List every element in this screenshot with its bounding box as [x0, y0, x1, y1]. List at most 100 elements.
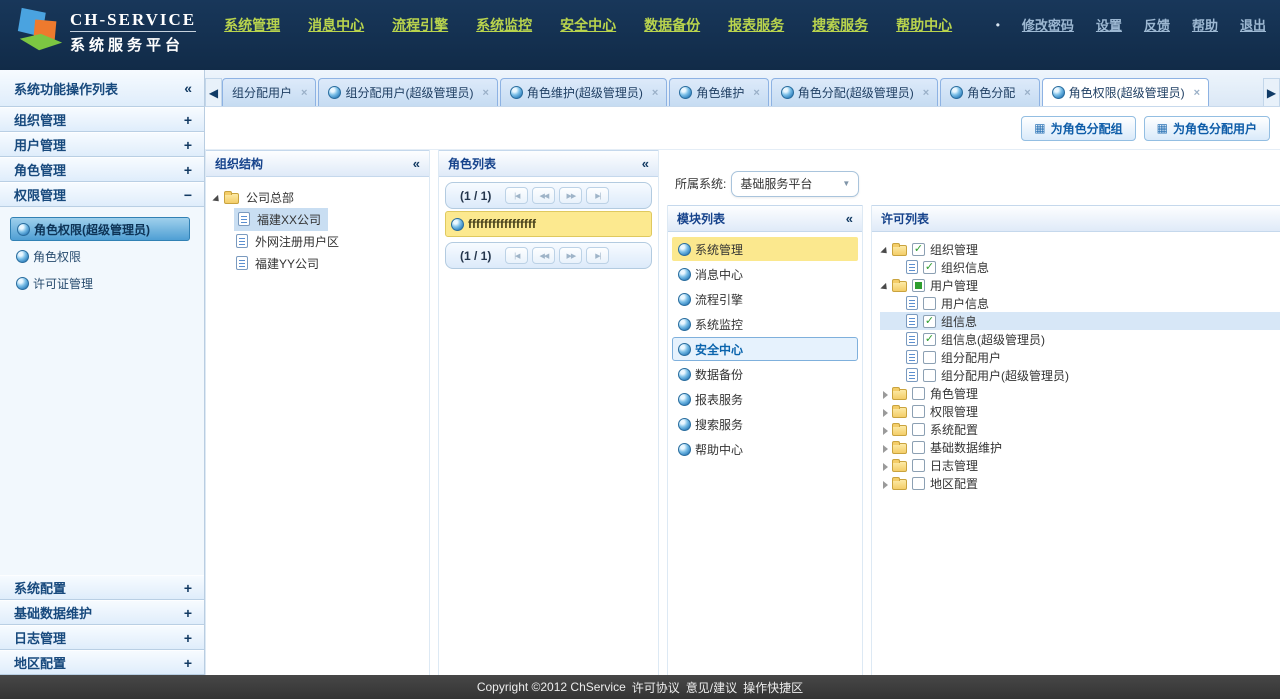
footer-link-feedback[interactable]: 意见/建议	[686, 679, 737, 696]
caret-closed-icon[interactable]	[880, 405, 890, 417]
link-feedback[interactable]: 反馈	[1144, 15, 1170, 34]
checkbox-unchecked[interactable]	[912, 405, 925, 418]
checkbox-unchecked[interactable]	[912, 423, 925, 436]
menu-item-message-center[interactable]: 消息中心	[308, 15, 364, 35]
expand-icon[interactable]: +	[184, 605, 192, 621]
menu-item-data-backup[interactable]: 数据备份	[644, 15, 700, 35]
panel-collapse-icon[interactable]: «	[413, 156, 420, 171]
expand-icon[interactable]: +	[184, 655, 192, 671]
license-node-log-admin[interactable]: 日志管理	[880, 456, 1280, 474]
tab-role-assign[interactable]: 角色分配 ×	[940, 78, 1039, 106]
expand-icon[interactable]: +	[184, 162, 192, 178]
pager-first-button[interactable]: |◀	[505, 247, 528, 264]
sidebar-section-role-admin[interactable]: 角色管理 +	[0, 157, 204, 182]
caret-open-icon[interactable]	[880, 280, 890, 290]
menu-item-report-service[interactable]: 报表服务	[728, 15, 784, 35]
footer-link-license[interactable]: 许可协议	[632, 679, 680, 696]
link-change-password[interactable]: 修改密码	[1022, 15, 1074, 34]
panel-splitter[interactable]	[659, 150, 667, 675]
assign-user-to-role-button[interactable]: ▦ 为角色分配用户	[1144, 116, 1270, 141]
module-item-search-service[interactable]: 搜索服务	[672, 412, 858, 436]
panel-collapse-icon[interactable]: «	[846, 211, 853, 226]
license-node-group-assign-user[interactable]: 组分配用户	[880, 348, 1280, 366]
org-tree-node-fujian-yy[interactable]: 福建YY公司	[212, 252, 425, 274]
module-item-message-center[interactable]: 消息中心	[672, 262, 858, 286]
chevron-down-icon[interactable]: ▼	[842, 179, 850, 188]
tab-close-icon[interactable]: ×	[1194, 87, 1200, 99]
tab-close-icon[interactable]: ×	[652, 87, 658, 99]
tab-close-icon[interactable]: ×	[1024, 87, 1030, 99]
expand-icon[interactable]: +	[184, 137, 192, 153]
checkbox-unchecked[interactable]	[923, 351, 936, 364]
module-item-system-admin[interactable]: 系统管理	[672, 237, 858, 261]
sidebar-item-license-admin[interactable]: 许可证管理	[10, 271, 196, 295]
sidebar-section-system-config[interactable]: 系统配置 +	[0, 575, 204, 600]
sidebar-section-base-data[interactable]: 基础数据维护 +	[0, 600, 204, 625]
checkbox-checked[interactable]: ✓	[923, 315, 936, 328]
pager-first-button[interactable]: |◀	[505, 187, 528, 204]
expand-icon[interactable]: +	[184, 580, 192, 596]
panel-collapse-icon[interactable]: «	[642, 156, 649, 171]
checkbox-unchecked[interactable]	[912, 459, 925, 472]
license-node-group-info[interactable]: ✓ 组信息	[880, 312, 1280, 330]
license-node-region-config[interactable]: 地区配置	[880, 474, 1280, 492]
module-item-report-service[interactable]: 报表服务	[672, 387, 858, 411]
org-tree-node-external-users[interactable]: 外网注册用户区	[212, 230, 425, 252]
sidebar-section-user-admin[interactable]: 用户管理 +	[0, 132, 204, 157]
license-node-group-assign-user-admin[interactable]: 组分配用户(超级管理员)	[880, 366, 1280, 384]
tab-close-icon[interactable]: ×	[301, 87, 307, 99]
link-settings[interactable]: 设置	[1096, 15, 1122, 34]
license-node-org-info[interactable]: ✓ 组织信息	[880, 258, 1280, 276]
role-list-item-selected[interactable]: fffffffffffffffff	[445, 211, 652, 237]
tab-close-icon[interactable]: ×	[753, 87, 759, 99]
tab-close-icon[interactable]: ×	[482, 87, 488, 99]
pager-next-button[interactable]: ▶▶	[559, 187, 582, 204]
tab-role-maintain[interactable]: 角色维护 ×	[669, 78, 768, 106]
checkbox-checked[interactable]: ✓	[923, 261, 936, 274]
menu-item-process-engine[interactable]: 流程引擎	[392, 15, 448, 35]
checkbox-partial[interactable]	[912, 279, 925, 292]
sidebar-item-role-permission[interactable]: 角色权限	[10, 244, 196, 268]
menu-item-security-center[interactable]: 安全中心	[560, 15, 616, 35]
checkbox-unchecked[interactable]	[923, 297, 936, 310]
menu-item-system-monitor[interactable]: 系统监控	[476, 15, 532, 35]
module-item-system-monitor[interactable]: 系统监控	[672, 312, 858, 336]
org-tree-root[interactable]: 公司总部	[212, 186, 425, 208]
checkbox-unchecked[interactable]	[912, 477, 925, 490]
menu-item-system-admin[interactable]: 系统管理	[224, 15, 280, 35]
sidebar-section-log-admin[interactable]: 日志管理 +	[0, 625, 204, 650]
collapse-icon[interactable]: −	[184, 187, 192, 203]
link-help[interactable]: 帮助	[1192, 15, 1218, 34]
license-node-group-info-admin[interactable]: ✓ 组信息(超级管理员)	[880, 330, 1280, 348]
expand-icon[interactable]: +	[184, 112, 192, 128]
pager-last-button[interactable]: ▶|	[586, 247, 609, 264]
checkbox-unchecked[interactable]	[912, 387, 925, 400]
license-node-org-admin[interactable]: ✓ 组织管理	[880, 240, 1280, 258]
license-node-user-admin[interactable]: 用户管理	[880, 276, 1280, 294]
caret-closed-icon[interactable]	[880, 441, 890, 453]
panel-splitter[interactable]	[430, 150, 438, 675]
module-item-process-engine[interactable]: 流程引擎	[672, 287, 858, 311]
footer-link-shortcuts[interactable]: 操作快捷区	[743, 679, 803, 696]
caret-closed-icon[interactable]	[880, 477, 890, 489]
link-logout[interactable]: 退出	[1240, 15, 1266, 34]
sidebar-section-region-config[interactable]: 地区配置 +	[0, 650, 204, 675]
tab-scroll-right-icon[interactable]: ▶	[1263, 78, 1280, 106]
module-item-security-center[interactable]: 安全中心	[672, 337, 858, 361]
sidebar-section-org-admin[interactable]: 组织管理 +	[0, 107, 204, 132]
sidebar-collapse-icon[interactable]: «	[184, 80, 192, 96]
license-node-base-data[interactable]: 基础数据维护	[880, 438, 1280, 456]
tab-group-assign-user[interactable]: 组分配用户 ×	[222, 78, 316, 106]
menu-item-search-service[interactable]: 搜索服务	[812, 15, 868, 35]
sidebar-item-role-permission-admin[interactable]: 角色权限(超级管理员)	[10, 217, 190, 241]
pager-next-button[interactable]: ▶▶	[559, 247, 582, 264]
tab-close-icon[interactable]: ×	[923, 87, 929, 99]
checkbox-unchecked[interactable]	[912, 441, 925, 454]
tab-scroll-left-icon[interactable]: ◀	[205, 78, 222, 106]
tab-group-assign-user-admin[interactable]: 组分配用户(超级管理员) ×	[318, 78, 497, 106]
caret-closed-icon[interactable]	[880, 387, 890, 399]
org-tree-node-fujian-xx[interactable]: 福建XX公司	[212, 208, 425, 230]
tab-role-permission-admin[interactable]: 角色权限(超级管理员) ×	[1042, 78, 1209, 106]
module-item-data-backup[interactable]: 数据备份	[672, 362, 858, 386]
system-select-combobox[interactable]: 基础服务平台 ▼	[731, 171, 859, 197]
